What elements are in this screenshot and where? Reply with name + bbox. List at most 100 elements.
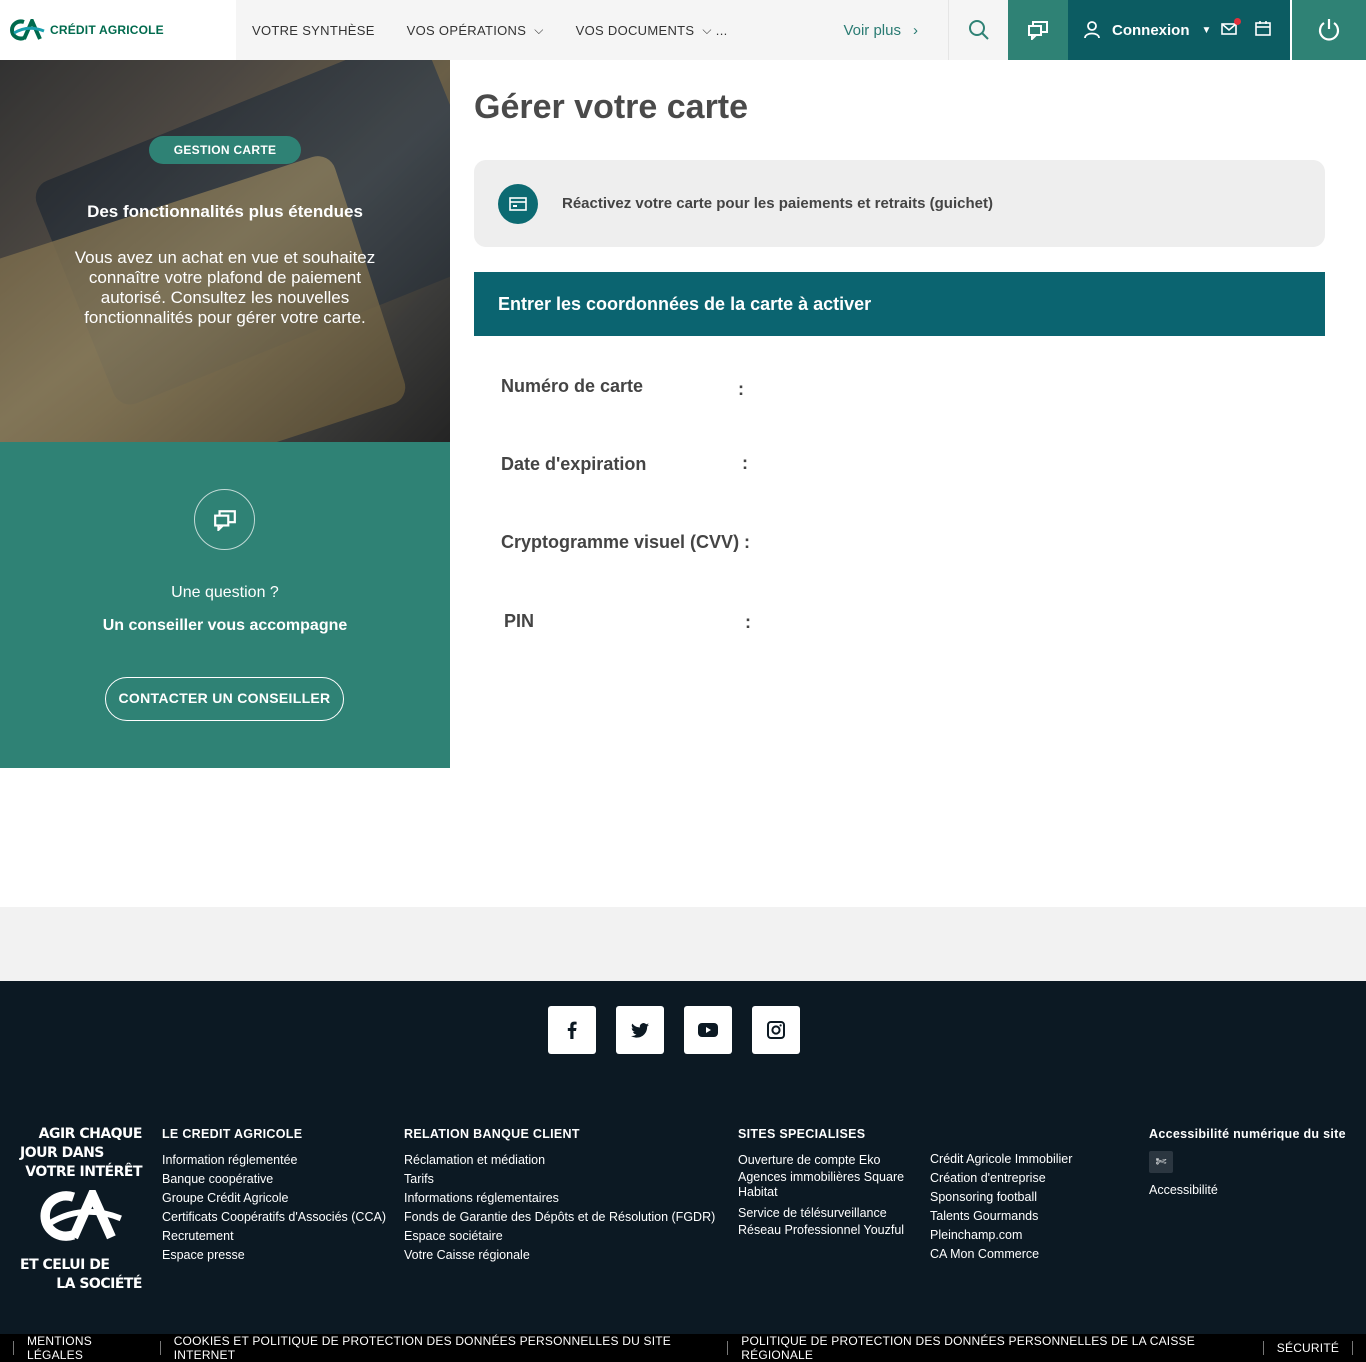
footer-link[interactable]: Banque coopérative (162, 1170, 386, 1189)
pin-label: PIN (504, 611, 535, 631)
brand-name: CRÉDIT AGRICOLE (50, 23, 164, 37)
slogan-line: JOUR DANS (20, 1145, 104, 1161)
nav-ellipsis: ... (715, 22, 728, 38)
legal-bar: MENTIONS LÉGALES COOKIES ET POLITIQUE DE… (0, 1334, 1366, 1362)
accessibility-link[interactable]: Accessibilité (1149, 1181, 1346, 1200)
reactivate-label: Réactivez votre carte pour les paiements… (562, 195, 993, 212)
footer-link[interactable]: Service de télésurveillance (738, 1204, 908, 1223)
promo-content: GESTION CARTE Des fonctionnalités plus é… (0, 60, 450, 442)
footer-col-title: Accessibilité numérique du site (1149, 1127, 1346, 1141)
prefooter-band (0, 907, 1366, 981)
connexion-label: Connexion (1112, 21, 1190, 39)
footer-link[interactable]: Tarifs (404, 1170, 715, 1189)
footer-link[interactable]: Ouverture de compte Eko (738, 1151, 908, 1170)
connexion-button[interactable]: Connexion ▼ (1068, 0, 1290, 60)
accessibility-icon: ✄ (1149, 1151, 1173, 1173)
legal-link-mentions[interactable]: MENTIONS LÉGALES (27, 1334, 147, 1362)
chat-icon (1028, 21, 1048, 40)
slogan-line: AGIR CHAQUE (38, 1126, 143, 1142)
footer-col-title: LE CREDIT AGRICOLE (162, 1127, 303, 1141)
footer: AGIR CHAQUE JOUR DANS VOTRE INTÉRÊT ET C… (0, 981, 1366, 1334)
slogan-line: LA SOCIÉTÉ (56, 1276, 142, 1292)
separator (1262, 1341, 1264, 1355)
instagram-icon[interactable] (752, 1006, 800, 1054)
reactivate-card-option[interactable]: Réactivez votre carte pour les paiements… (474, 160, 1325, 247)
footer-link[interactable]: Informations réglementaires (404, 1189, 715, 1208)
separator (13, 1341, 14, 1355)
footer-link[interactable]: Groupe Crédit Agricole (162, 1189, 386, 1208)
chat-icon (194, 489, 255, 550)
footer-col-credit-agricole: LE CREDIT AGRICOLE Information réglement… (162, 1127, 386, 1265)
search-button[interactable] (948, 0, 1008, 60)
slogan-line: VOTRE INTÉRÊT (25, 1164, 142, 1180)
footer-col-relation-client: RELATION BANQUE CLIENT Réclamation et mé… (404, 1127, 715, 1265)
footer-link[interactable]: Fonds de Garantie des Dépôts et de Résol… (404, 1208, 715, 1227)
footer-col-accessibilite: Accessibilité numérique du site ✄ Access… (1149, 1127, 1346, 1200)
footer-link[interactable]: Création d'entreprise (930, 1169, 1072, 1188)
legal-link-securite[interactable]: SÉCURITÉ (1277, 1341, 1339, 1355)
legal-link-cookies[interactable]: COOKIES ET POLITIQUE DE PROTECTION DES D… (174, 1334, 715, 1362)
footer-link[interactable]: Sponsoring football (930, 1188, 1072, 1207)
brand-logo[interactable]: CRÉDIT AGRICOLE (0, 0, 236, 60)
help-subtitle: Un conseiller vous accompagne (102, 617, 348, 634)
social-links (548, 1006, 800, 1054)
card-number-colon: : (738, 379, 744, 399)
logout-button[interactable] (1290, 0, 1366, 60)
footer-link[interactable]: Talents Gourmands (930, 1207, 1072, 1226)
help-question: Une question ? (171, 584, 279, 601)
user-icon (1084, 21, 1100, 39)
cvv-label: Cryptogramme visuel (CVV) (501, 532, 740, 552)
card-number-label: Numéro de carte (501, 376, 644, 396)
main-nav: VOTRE SYNTHÈSE VOS OPÉRATIONS ⌵ VOS DOCUM… (236, 0, 948, 60)
footer-link[interactable]: Votre Caisse régionale (404, 1246, 715, 1265)
footer-link[interactable]: Réclamation et médiation (404, 1151, 715, 1170)
power-icon (1318, 19, 1340, 41)
footer-link[interactable]: Certificats Coopératifs d'Associés (CCA) (162, 1208, 386, 1227)
footer-col-title: RELATION BANQUE CLIENT (404, 1127, 580, 1141)
contact-advisor-button[interactable]: CONTACTER UN CONSEILLER (105, 677, 344, 721)
facebook-icon[interactable] (548, 1006, 596, 1054)
nav-synthese-label: VOTRE SYNTHÈSE (252, 22, 375, 38)
footer-slogan: AGIR CHAQUE JOUR DANS VOTRE INTÉRÊT ET C… (20, 1125, 143, 1294)
form-header: Entrer les coordonnées de la carte à act… (474, 272, 1325, 336)
footer-col-sites-specialises-2: Crédit Agricole Immobilier Création d'en… (930, 1127, 1072, 1264)
slogan-line: ET CELUI DE (20, 1257, 110, 1273)
nav-voir-plus-label: Voir plus (843, 21, 901, 39)
footer-col-sites-specialises: SITES SPECIALISES Ouverture de compte Ek… (738, 1127, 908, 1238)
promo-banner: GESTION CARTE Des fonctionnalités plus é… (0, 60, 450, 442)
nav-operations-label: VOS OPÉRATIONS (406, 22, 527, 38)
footer-link[interactable]: Pleinchamp.com (930, 1226, 1072, 1245)
pin-colon: : (745, 612, 751, 632)
caret-down-icon: ▼ (1201, 24, 1212, 36)
nav-operations[interactable]: VOS OPÉRATIONS ⌵ (407, 23, 544, 38)
chat-button[interactable] (1008, 0, 1068, 60)
footer-link[interactable]: Espace sociétaire (404, 1227, 715, 1246)
footer-link[interactable]: Crédit Agricole Immobilier (930, 1150, 1072, 1169)
footer-link[interactable]: Recrutement (162, 1227, 386, 1246)
nav-synthese[interactable]: VOTRE SYNTHÈSE (252, 23, 375, 38)
nav-voir-plus[interactable]: Voir plus › (843, 22, 918, 39)
chevron-down-icon: ⌵ (534, 22, 544, 37)
ca-logo-icon (40, 1183, 122, 1241)
footer-link[interactable]: Espace presse (162, 1246, 386, 1265)
mail-icon[interactable] (1221, 17, 1242, 39)
footer-link[interactable]: CA Mon Commerce (930, 1245, 1072, 1264)
youtube-icon[interactable] (684, 1006, 732, 1054)
twitter-icon[interactable] (616, 1006, 664, 1054)
footer-link[interactable]: Information réglementée (162, 1151, 386, 1170)
legal-link-protection[interactable]: POLITIQUE DE PROTECTION DES DONNÉES PERS… (741, 1334, 1250, 1362)
notification-dot (1234, 17, 1242, 25)
cvv-colon: : (744, 532, 750, 552)
nav-documents-label: VOS DOCUMENTS (575, 22, 695, 38)
card-icon (498, 183, 538, 224)
footer-link[interactable]: Agences immobilières Square Habitat (738, 1170, 908, 1200)
chevron-down-icon: ⌵ (702, 22, 712, 37)
separator (159, 1341, 161, 1355)
expiry-colon: : (742, 453, 748, 473)
chevron-right-icon: › (913, 21, 918, 39)
expiry-label: Date d'expiration (501, 454, 647, 474)
footer-link[interactable]: Réseau Professionnel Youzful (738, 1223, 908, 1238)
footer-col-title: SITES SPECIALISES (738, 1127, 866, 1141)
nav-documents[interactable]: VOS DOCUMENTS ⌵... (576, 23, 728, 38)
calendar-icon[interactable] (1255, 20, 1272, 40)
